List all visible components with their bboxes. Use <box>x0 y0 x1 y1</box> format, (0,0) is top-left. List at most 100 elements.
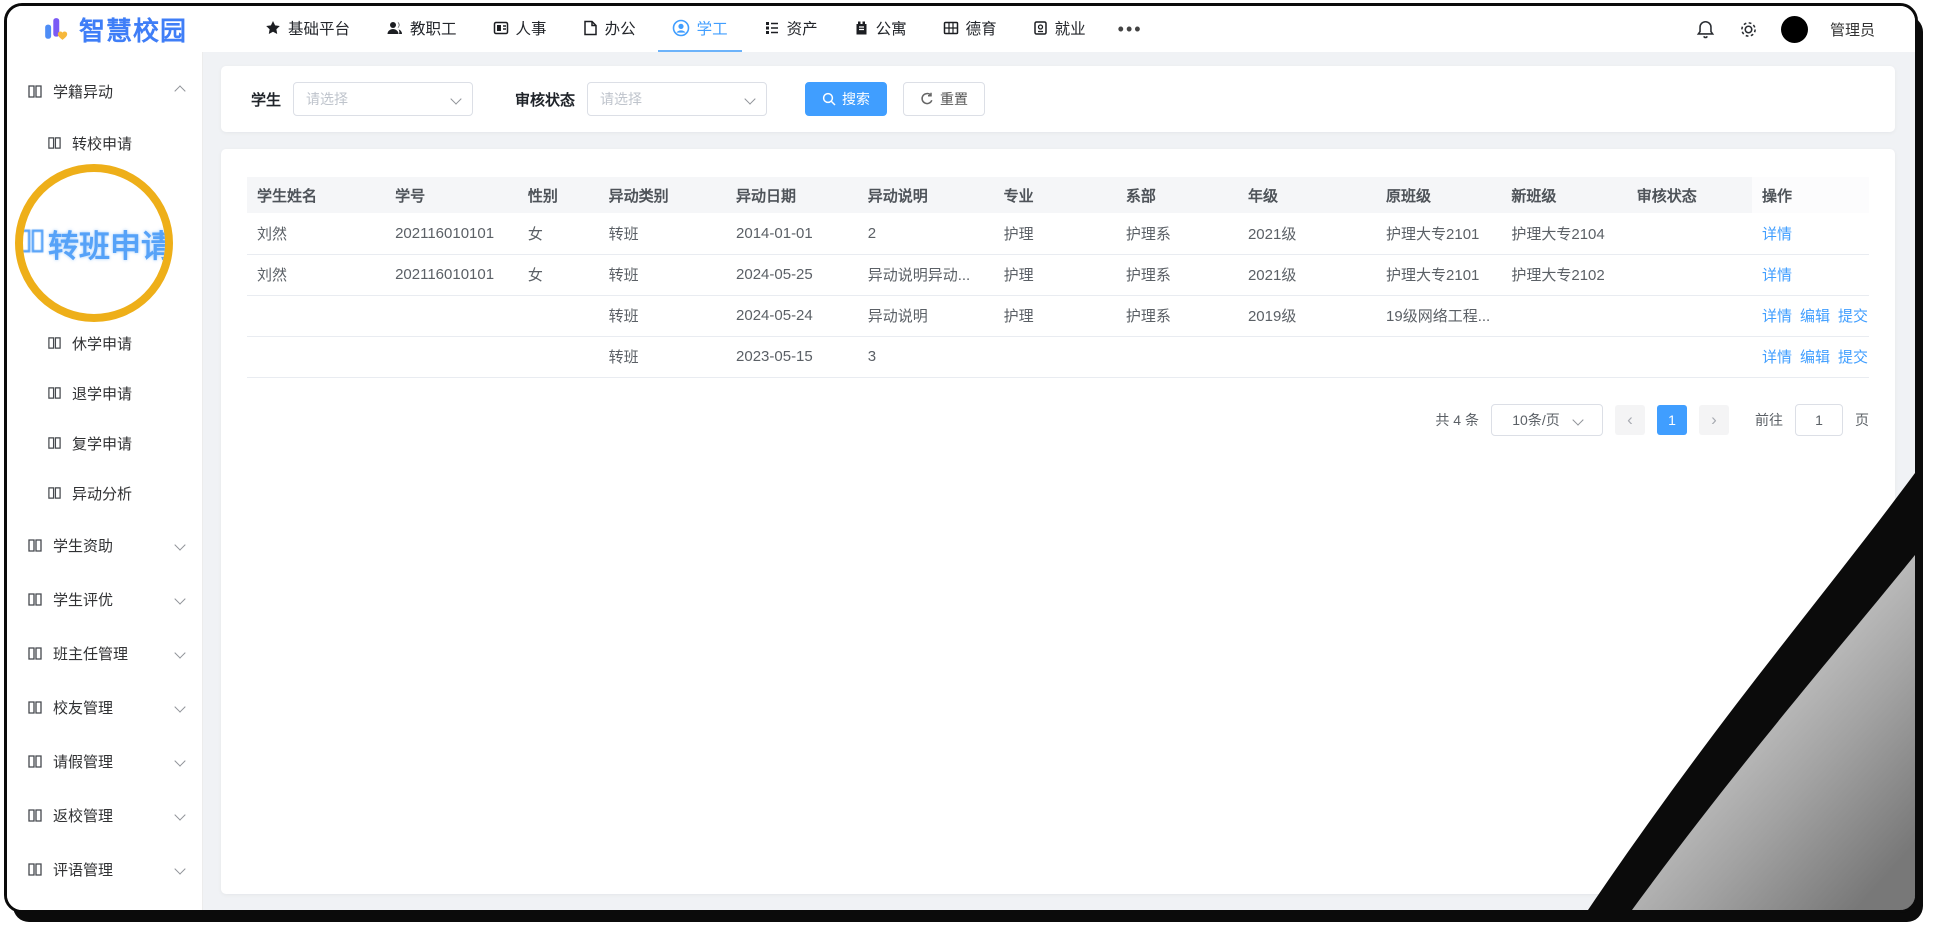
book-icon <box>27 538 43 553</box>
book-icon <box>27 808 43 823</box>
sidebar-item-transfer-school[interactable]: 转校申请 <box>7 118 202 168</box>
nav-item-staff[interactable]: 教职工 <box>372 6 471 52</box>
nav-item-employment[interactable]: 就业 <box>1019 6 1100 52</box>
cell-name <box>247 295 386 337</box>
highlight-circle[interactable]: 转班申请 <box>15 164 173 322</box>
nav-item-student-affairs[interactable]: 学工 <box>657 6 742 52</box>
app-logo[interactable]: 智慧校园 <box>43 11 187 48</box>
cell-grade <box>1237 336 1377 378</box>
nav-item-hr[interactable]: 人事 <box>479 6 561 52</box>
sidebar-group-alumni[interactable]: 校友管理 <box>7 680 202 734</box>
table-header-row: 学生姓名 学号 性别 异动类别 异动日期 异动说明 专业 系部 年级 原班级 新… <box>247 177 1869 213</box>
status-select-placeholder: 请选择 <box>600 91 643 107</box>
app-title: 智慧校园 <box>79 15 188 46</box>
list-icon <box>765 22 778 34</box>
cell-major: 护理 <box>993 254 1116 296</box>
goto-page-input[interactable] <box>1795 403 1843 436</box>
page-number-button[interactable]: 1 <box>1657 404 1687 435</box>
nav-item-office[interactable]: 办公 <box>569 6 650 52</box>
submit-link[interactable]: 提交 <box>1838 308 1868 325</box>
page-unit-label: 页 <box>1855 411 1869 428</box>
cell-new-class <box>1501 336 1627 378</box>
student-select[interactable]: 请选择 <box>293 82 474 116</box>
cell-name: 刘然 <box>247 254 386 296</box>
book-icon <box>47 436 62 450</box>
chevron-down-icon <box>744 93 756 105</box>
cell-dept: 护理系 <box>1115 213 1238 255</box>
sidebar-group-student-status-change[interactable]: 学籍异动 <box>7 64 202 118</box>
sidebar-item-transfer-class[interactable]: 转班申请 <box>48 221 165 266</box>
nav-item-moral-education[interactable]: 德育 <box>929 6 1011 52</box>
book-icon <box>27 754 43 769</box>
notification-bell-icon[interactable] <box>1695 19 1716 40</box>
sidebar-group-return-school[interactable]: 返校管理 <box>7 788 202 842</box>
col-grade: 年级 <box>1237 177 1377 213</box>
status-select[interactable]: 请选择 <box>587 82 768 116</box>
next-page-button[interactable]: › <box>1699 404 1729 435</box>
settings-gear-icon[interactable] <box>1738 19 1759 40</box>
detail-link[interactable]: 详情 <box>1762 349 1792 366</box>
badge-icon <box>1033 21 1047 35</box>
edit-link[interactable]: 编辑 <box>1800 349 1830 366</box>
sidebar-item-suspension[interactable]: 休学申请 <box>7 318 202 368</box>
book-icon <box>47 386 62 400</box>
nav-item-apartment[interactable]: 公寓 <box>840 6 921 52</box>
filter-bar: 学生 请选择 审核状态 请选择 搜索 重置 <box>221 66 1895 132</box>
sidebar-item-change-analysis[interactable]: 异动分析 <box>7 468 202 518</box>
detail-link[interactable]: 详情 <box>1762 226 1792 243</box>
page-size-select[interactable]: 10条/页 <box>1491 403 1603 436</box>
cell-major: 护理 <box>993 295 1116 337</box>
logo-icon <box>45 18 68 40</box>
cell-date: 2024-05-25 <box>726 254 858 296</box>
nav-label: 基础平台 <box>288 21 351 38</box>
sidebar-item-label: 休学申请 <box>72 335 133 353</box>
users-icon <box>387 21 403 34</box>
sidebar-group-head-teacher[interactable]: 班主任管理 <box>7 626 202 680</box>
nav-label: 学工 <box>696 21 728 38</box>
search-button[interactable]: 搜索 <box>805 82 888 116</box>
cell-type: 转班 <box>598 336 727 378</box>
sidebar-item-resumption[interactable]: 复学申请 <box>7 418 202 468</box>
sidebar-group-homework[interactable]: 作业管理 <box>7 896 202 910</box>
col-department: 系部 <box>1115 177 1238 213</box>
building-icon <box>856 21 867 35</box>
sidebar-group-leave[interactable]: 请假管理 <box>7 734 202 788</box>
cell-old-class: 护理大专2101 <box>1376 213 1502 255</box>
nav-item-base-platform[interactable]: 基础平台 <box>251 6 364 52</box>
sidebar-item-label: 学籍异动 <box>53 83 114 101</box>
cell-note: 异动说明异动... <box>857 254 994 296</box>
book-icon <box>47 336 62 350</box>
sidebar-group-comments[interactable]: 评语管理 <box>7 842 202 896</box>
nav-more-button[interactable]: ••• <box>1108 19 1153 40</box>
search-icon <box>822 92 836 106</box>
user-avatar[interactable] <box>1780 15 1808 43</box>
chevron-down-icon <box>174 593 186 605</box>
prev-page-button[interactable]: ‹ <box>1615 404 1645 435</box>
cell-status <box>1626 295 1753 337</box>
sidebar-item-label: 转校申请 <box>72 135 133 153</box>
edit-link[interactable]: 编辑 <box>1800 308 1830 325</box>
sidebar-group-student-aid[interactable]: 学生资助 <box>7 518 202 572</box>
sidebar-item-withdrawal[interactable]: 退学申请 <box>7 368 202 418</box>
submit-link[interactable]: 提交 <box>1838 349 1868 366</box>
cell-grade: 2019级 <box>1237 295 1377 337</box>
detail-link[interactable]: 详情 <box>1762 267 1792 284</box>
col-major: 专业 <box>993 177 1116 213</box>
search-button-label: 搜索 <box>842 91 871 107</box>
app-window: 智慧校园 基础平台 教职工 人事 办公 学工 资产 公寓 德育 就业 ••• 管… <box>4 3 1918 913</box>
results-card: 学生姓名 学号 性别 异动类别 异动日期 异动说明 专业 系部 年级 原班级 新… <box>221 149 1895 894</box>
detail-link[interactable]: 详情 <box>1762 308 1792 325</box>
reset-button[interactable]: 重置 <box>903 82 986 116</box>
col-change-type: 异动类别 <box>598 177 727 213</box>
sidebar: 学籍异动 转校申请 转班申请 休学申请 退学申请 复学申请 异动分析 学生资助 … <box>7 52 203 910</box>
cell-major: 护理 <box>993 213 1116 255</box>
cell-date: 2023-05-15 <box>726 336 858 378</box>
book-icon <box>23 227 46 260</box>
nav-item-assets[interactable]: 资产 <box>750 6 832 52</box>
sidebar-group-student-awards[interactable]: 学生评优 <box>7 572 202 626</box>
table-row: 转班 2023-05-15 3 详情编辑提交删除 <box>247 336 1869 378</box>
cell-dept <box>1115 336 1238 378</box>
nav-label: 教职工 <box>410 21 457 38</box>
cell-new-class <box>1501 295 1627 337</box>
nav-label: 公寓 <box>875 21 907 38</box>
